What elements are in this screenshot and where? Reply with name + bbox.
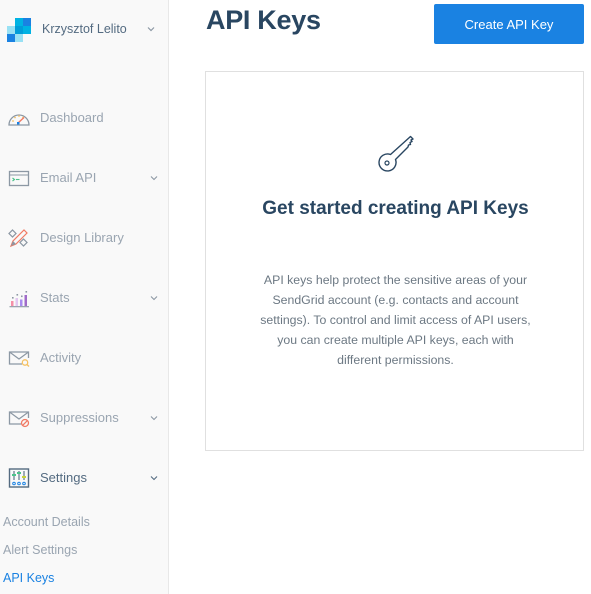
sidebar-item-design-library[interactable]: Design Library — [0, 223, 169, 253]
sidebar-item-label: Activity — [40, 350, 82, 365]
dashboard-gauge-icon — [7, 107, 31, 129]
sliders-icon — [7, 467, 31, 489]
sidebar-item-suppressions[interactable]: Suppressions — [0, 403, 169, 433]
sidebar: Krzysztof Lelito Dashboard Email API Des… — [0, 0, 169, 594]
page-title: API Keys — [206, 5, 321, 35]
create-api-key-button[interactable]: Create API Key — [434, 4, 584, 44]
sidebar-subitem-api-keys[interactable]: API Keys — [3, 571, 54, 585]
sidebar-subitem-account-details[interactable]: Account Details — [3, 515, 90, 529]
chevron-down-icon — [149, 413, 159, 423]
account-switcher[interactable]: Krzysztof Lelito — [0, 12, 169, 48]
sidebar-item-label: Settings — [40, 470, 87, 485]
bar-chart-icon — [7, 287, 31, 309]
sidebar-item-label: Dashboard — [40, 110, 104, 125]
sidebar-subitem-alert-settings[interactable]: Alert Settings — [3, 543, 77, 557]
sidebar-item-label: Stats — [40, 290, 70, 305]
sidebar-item-stats[interactable]: Stats — [0, 283, 169, 313]
empty-state-card: Get started creating API Keys API keys h… — [205, 71, 584, 451]
sidebar-item-activity[interactable]: Activity — [0, 343, 169, 373]
chevron-down-icon — [146, 24, 156, 34]
sidebar-item-label: Email API — [40, 170, 97, 185]
sidebar-item-label: Suppressions — [40, 410, 119, 425]
pencil-ruler-icon — [7, 227, 31, 249]
sidebar-item-email-api[interactable]: Email API — [0, 163, 169, 193]
sidebar-item-dashboard[interactable]: Dashboard — [0, 103, 169, 133]
terminal-window-icon — [7, 167, 31, 189]
envelope-search-icon — [7, 347, 31, 369]
envelope-blocked-icon — [7, 407, 31, 429]
sidebar-item-settings[interactable]: Settings — [0, 463, 169, 493]
sidebar-item-label: Design Library — [40, 230, 124, 245]
empty-state-description: API keys help protect the sensitive area… — [260, 273, 531, 367]
empty-state-title: Get started creating API Keys — [262, 198, 529, 219]
chevron-down-icon — [149, 473, 159, 483]
chevron-down-icon — [149, 173, 159, 183]
account-name: Krzysztof Lelito — [42, 22, 127, 36]
sendgrid-logo-icon — [7, 18, 31, 42]
key-icon — [374, 132, 418, 176]
chevron-down-icon — [149, 293, 159, 303]
